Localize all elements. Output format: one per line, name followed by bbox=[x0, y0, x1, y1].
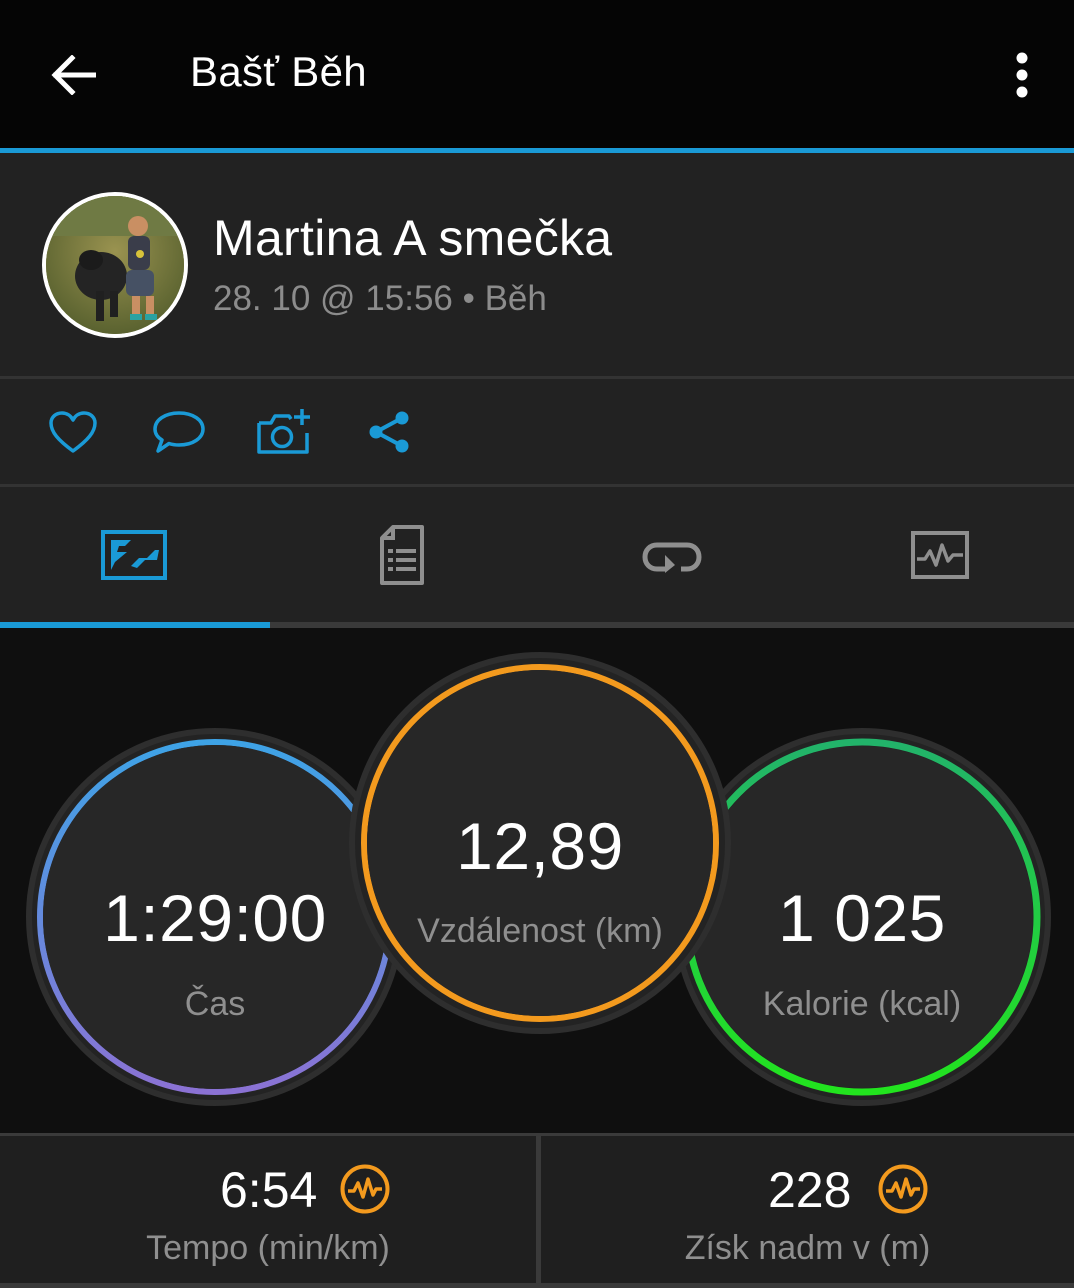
distance-stat: 12,89 bbox=[390, 808, 690, 884]
chart-icon bbox=[911, 530, 969, 579]
more-vertical-icon bbox=[1016, 52, 1028, 98]
map-icon bbox=[101, 529, 167, 580]
heart-rate-badge-icon bbox=[340, 1164, 390, 1214]
action-bar bbox=[0, 379, 1074, 484]
avatar-photo bbox=[46, 196, 184, 334]
page-title: Bašť Běh bbox=[190, 48, 367, 95]
like-button[interactable] bbox=[42, 401, 104, 463]
distance-label: Vzdálenost (km) bbox=[417, 912, 663, 950]
add-photo-button[interactable] bbox=[253, 401, 315, 463]
elevation-value: 228 bbox=[768, 1162, 852, 1218]
calories-value: 1 025 bbox=[778, 881, 946, 955]
time-value: 1:29:00 bbox=[103, 881, 327, 955]
heart-icon bbox=[49, 411, 97, 453]
more-options-button[interactable] bbox=[994, 42, 1050, 108]
pace-label: Tempo (min/km) bbox=[146, 1229, 390, 1267]
tab-bar bbox=[0, 487, 1074, 622]
avatar[interactable] bbox=[42, 192, 188, 338]
comment-button[interactable] bbox=[148, 401, 210, 463]
share-button[interactable] bbox=[358, 401, 420, 463]
divider bbox=[0, 1283, 1074, 1288]
pace-cell[interactable]: 6:54 Tempo (min/km) bbox=[0, 1133, 536, 1283]
tab-laps[interactable] bbox=[538, 487, 806, 622]
activity-meta: 28. 10 @ 15:56 • Běh bbox=[213, 279, 547, 318]
tab-charts[interactable] bbox=[806, 487, 1074, 622]
heart-rate-badge-icon bbox=[878, 1164, 928, 1214]
elevation-label: Získ nadm v (m) bbox=[684, 1229, 931, 1267]
calories-label: Kalorie (kcal) bbox=[762, 985, 962, 1023]
activity-header: Martina A smečka 28. 10 @ 15:56 • Běh bbox=[0, 153, 1074, 376]
camera-plus-icon bbox=[257, 409, 310, 454]
summary-row: 6:54 Tempo (min/km) 228 Získ nadm v (m) bbox=[0, 1133, 1074, 1288]
time-label: Čas bbox=[184, 985, 246, 1023]
document-list-icon bbox=[380, 524, 424, 585]
distance-value: 12,89 bbox=[456, 809, 624, 883]
pace-value: 6:54 bbox=[220, 1162, 318, 1218]
calories-stat: 1 025 bbox=[712, 880, 1012, 956]
stats-panel: 1:29:00 Čas 12,89 Vzdálenost (km) 1 025 … bbox=[0, 628, 1074, 1133]
back-button[interactable] bbox=[40, 42, 106, 108]
arrow-left-icon bbox=[51, 55, 96, 95]
user-name[interactable]: Martina A smečka bbox=[213, 209, 612, 267]
loop-icon bbox=[642, 542, 702, 573]
comment-icon bbox=[153, 411, 205, 453]
share-icon bbox=[369, 411, 409, 453]
time-stat: 1:29:00 bbox=[65, 880, 365, 956]
tab-details[interactable] bbox=[268, 487, 536, 622]
elevation-cell[interactable]: 228 Získ nadm v (m) bbox=[541, 1133, 1074, 1283]
tab-map[interactable] bbox=[0, 487, 268, 622]
app-bar: Bašť Běh bbox=[0, 0, 1074, 148]
